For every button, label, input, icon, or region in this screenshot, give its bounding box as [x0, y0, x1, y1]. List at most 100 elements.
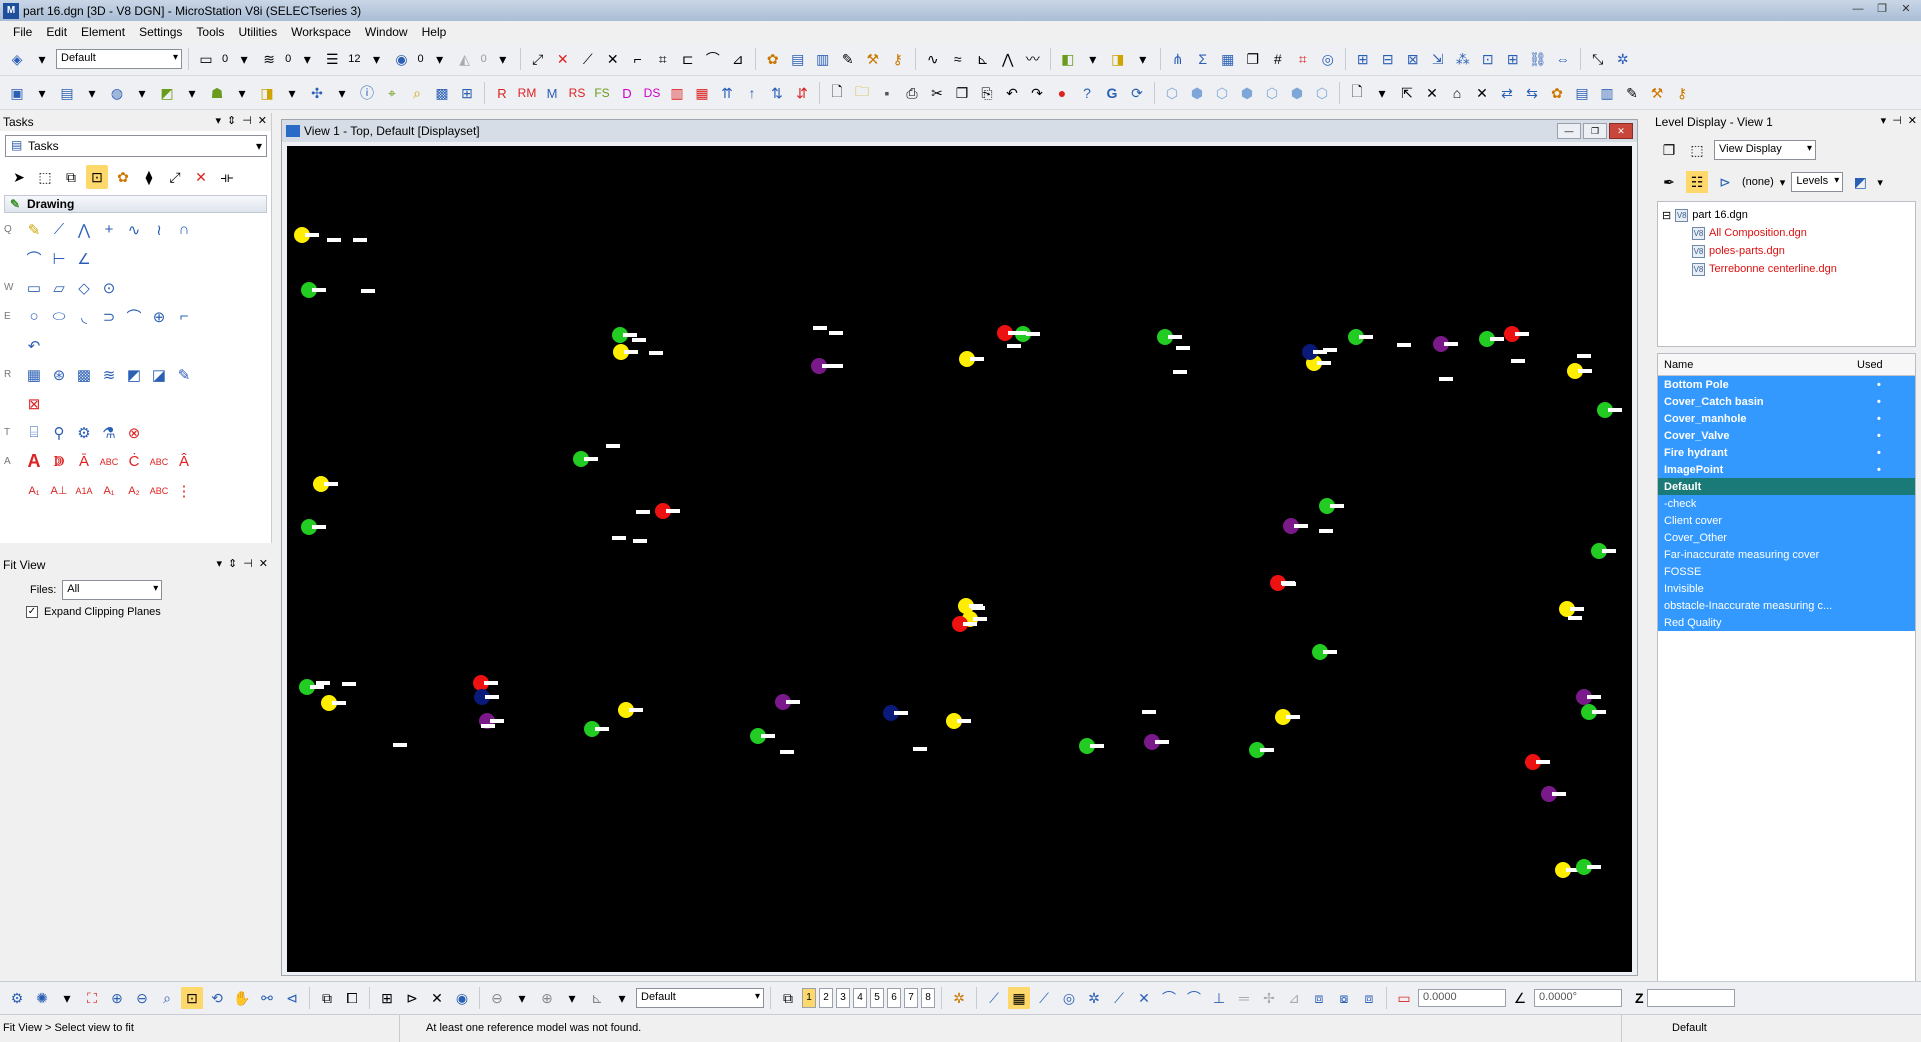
text-icon[interactable]: A₁ — [98, 479, 120, 503]
panel-autohide-icon[interactable]: ⇕ — [228, 557, 237, 570]
copy-icon[interactable]: ⧉ — [60, 165, 82, 189]
rm-tool-icon[interactable]: RM — [516, 82, 538, 104]
snap-origin-icon[interactable]: ✲ — [1083, 987, 1105, 1009]
circle-icon[interactable]: ○ — [23, 305, 45, 329]
transparency-icon[interactable]: ◉ — [391, 48, 413, 70]
active-level-combo[interactable]: Default — [56, 49, 182, 69]
pin-icon[interactable]: ⊣ — [243, 557, 253, 570]
curve-icon[interactable]: ∿ — [922, 48, 944, 70]
circle-polygon-icon[interactable]: ⊙ — [98, 276, 120, 300]
tasks-icon[interactable]: ▤ — [56, 82, 78, 104]
column-used[interactable]: Used — [1857, 359, 1915, 371]
align-icon[interactable]: ⊟ — [1377, 48, 1399, 70]
ellipse-icon[interactable]: ⬭ — [48, 305, 70, 329]
tree-child[interactable]: V8 All Composition.dgn — [1662, 224, 1911, 242]
palette-icon[interactable]: ✿ — [112, 165, 134, 189]
display-mode-select[interactable]: View Display — [1714, 140, 1816, 160]
align-icon[interactable]: ⊠ — [1402, 48, 1424, 70]
menu-tools[interactable]: Tools — [189, 25, 231, 39]
line-icon[interactable]: ⟋ — [577, 48, 599, 70]
status-message[interactable]: At least one reference model was not fou… — [400, 1015, 1621, 1042]
v3-icon[interactable]: ⇵ — [791, 82, 813, 104]
snap-center-icon[interactable]: ◎ — [1058, 987, 1080, 1009]
rs-tool-icon[interactable]: RS — [566, 82, 588, 104]
tools-icon[interactable]: ✕ — [1471, 82, 1493, 104]
globe-icon[interactable]: ◍ — [106, 82, 128, 104]
close-icon[interactable]: ✕ — [1908, 114, 1917, 127]
hierarchy-icon[interactable]: ☷ — [1686, 171, 1708, 193]
fit-view-icon[interactable]: ⊡ — [181, 987, 203, 1009]
hatch-icon[interactable]: ▦ — [691, 82, 713, 104]
zoom-in-icon[interactable]: ⊕ — [106, 987, 128, 1009]
previous-view-icon[interactable]: ⊲ — [281, 987, 303, 1009]
fence-icon[interactable]: ⬚ — [34, 165, 56, 189]
plane-icon[interactable]: ⊾ — [586, 987, 608, 1009]
edit-icon[interactable]: ✎ — [1621, 82, 1643, 104]
snap-intersection-icon[interactable]: ✕ — [1133, 987, 1155, 1009]
dimension-icon[interactable]: ⊢ — [48, 247, 70, 271]
walk-icon[interactable]: ⚯ — [256, 987, 278, 1009]
view-attributes-select[interactable]: Default — [636, 988, 764, 1008]
angle-icon[interactable]: ∠ — [73, 247, 95, 271]
view-6-button[interactable]: 6 — [887, 988, 901, 1008]
text-icon[interactable]: A₂ — [123, 479, 145, 503]
select-arrow-icon[interactable]: ➤ — [8, 165, 30, 189]
text-icon[interactable]: A1A — [73, 479, 95, 503]
rotate-icon[interactable]: ⟲ — [206, 987, 228, 1009]
sigma-icon[interactable]: Σ — [1192, 48, 1214, 70]
line-style-icon[interactable]: ☰ — [321, 48, 343, 70]
brush-icon[interactable]: ✒ — [1658, 171, 1680, 193]
place-stream-icon[interactable]: ≀ — [148, 218, 170, 242]
tools-icon[interactable]: ⚒ — [862, 48, 884, 70]
pin-icon[interactable]: ⊣ — [242, 114, 252, 127]
export-icon[interactable]: ⇱ — [1396, 82, 1418, 104]
view-attributes-icon[interactable]: ⚙ — [6, 987, 28, 1009]
transfer-icon[interactable]: ⇆ — [1521, 82, 1543, 104]
view-restore-icon[interactable]: ❐ — [1583, 123, 1607, 139]
active-weight-value[interactable]: 0 — [283, 53, 293, 65]
info-icon[interactable]: ⓘ — [356, 82, 378, 104]
menu-settings[interactable]: Settings — [132, 25, 189, 39]
snap-through-icon[interactable]: ✢ — [1258, 987, 1280, 1009]
extend-icon[interactable]: ⊿ — [727, 48, 749, 70]
hatch-icon[interactable]: ▦ — [23, 363, 45, 387]
move-icon[interactable]: ⇲ — [1427, 48, 1449, 70]
snap-multi-icon[interactable]: ⧈ — [1308, 987, 1330, 1009]
level-row[interactable]: Cover_Other — [1658, 529, 1915, 546]
window-area-icon[interactable]: ⌕ — [156, 987, 178, 1009]
snap-multi-icon[interactable]: ⧇ — [1333, 987, 1355, 1009]
grid-icon[interactable]: ⊞ — [456, 82, 478, 104]
dropdown-arrow-icon[interactable]: ▾ — [1877, 176, 1883, 189]
snap-icon[interactable]: ✣ — [306, 82, 328, 104]
snap-settings-icon[interactable]: ✲ — [948, 987, 970, 1009]
menu-window[interactable]: Window — [358, 25, 415, 39]
view-title-bar[interactable]: View 1 - Top, Default [Displayset] — [282, 120, 1637, 142]
snap-perpendicular-icon[interactable]: ⊥ — [1208, 987, 1230, 1009]
scale-icon[interactable]: ⤢ — [164, 165, 186, 189]
update-icon[interactable]: ⛶ — [81, 987, 103, 1009]
grid-off-icon[interactable]: ⌗ — [1292, 48, 1314, 70]
table-icon[interactable]: ▤ — [1571, 82, 1593, 104]
delete-pattern-icon[interactable]: ⊠ — [23, 392, 45, 416]
arc-icon[interactable]: ⌒ — [23, 247, 45, 271]
level-row[interactable]: ImagePoint • — [1658, 461, 1915, 478]
dropdown-arrow-icon[interactable]: ▾ — [611, 987, 633, 1009]
cube-icon[interactable]: ⬡ — [1311, 82, 1333, 104]
database-icon[interactable]: ☗ — [206, 82, 228, 104]
m-tool-icon[interactable]: M — [541, 82, 563, 104]
close-icon[interactable]: ✕ — [1895, 1, 1917, 18]
angle-icon[interactable]: ∠ — [1509, 987, 1531, 1009]
cut-icon[interactable]: ✂ — [926, 82, 948, 104]
dropdown-arrow-icon[interactable]: ▾ — [56, 987, 78, 1009]
dropdown-arrow-icon[interactable]: ▾ — [331, 82, 353, 104]
views-icon[interactable]: ❐ — [1658, 139, 1680, 161]
level-row[interactable]: Default — [1658, 478, 1915, 495]
menu-workspace[interactable]: Workspace — [284, 25, 358, 39]
level-row[interactable]: Cover_Valve • — [1658, 427, 1915, 444]
transfer-icon[interactable]: ⇄ — [1496, 82, 1518, 104]
pan-icon[interactable]: ✋ — [231, 987, 253, 1009]
edit-icon[interactable]: ✎ — [837, 48, 859, 70]
undo-icon[interactable]: ↶ — [1001, 82, 1023, 104]
up-arrows-icon[interactable]: ⇈ — [716, 82, 738, 104]
lock-icon[interactable]: ⌂ — [1446, 82, 1468, 104]
